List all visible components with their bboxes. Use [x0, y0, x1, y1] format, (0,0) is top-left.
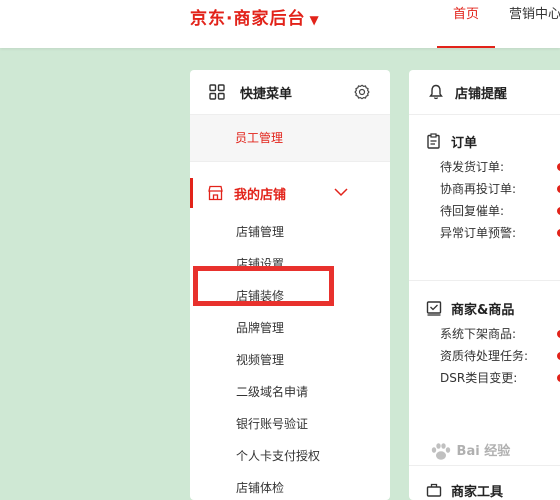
- alerts-title: 店铺提醒: [455, 87, 508, 102]
- store-icon: [208, 185, 223, 201]
- goods-section-title: 商家&商品: [451, 303, 515, 318]
- brand-name: 京东·商家后台: [190, 9, 306, 29]
- submenu-bank-verify[interactable]: 银行账号验证: [190, 408, 390, 440]
- brand-logo[interactable]: 京东·商家后台 ▼: [190, 4, 320, 29]
- store-menu-group[interactable]: 我的店铺: [190, 174, 390, 214]
- baidu-jingyan-watermark: Bai 经验: [430, 440, 558, 470]
- submenu-card-payment-auth[interactable]: 个人卡支付授权: [190, 440, 390, 472]
- quick-menu-title: 快捷菜单: [240, 87, 293, 102]
- goods-row-dsr-change[interactable]: DSR类目变更:: [440, 369, 517, 386]
- submenu-store-management[interactable]: 店铺管理: [190, 216, 390, 248]
- submenu-video-management[interactable]: 视频管理: [190, 344, 390, 376]
- tools-section-title: 商家工具: [451, 485, 504, 500]
- bell-icon: [429, 84, 443, 100]
- active-tab-indicator: [437, 46, 495, 48]
- quick-menu-header: 快捷菜单: [190, 70, 390, 115]
- nav-tab-marketing[interactable]: 营销中心: [509, 0, 560, 30]
- submenu-subdomain-apply[interactable]: 二级域名申请: [190, 376, 390, 408]
- order-row-negotiated[interactable]: 协商再投订单:: [440, 180, 516, 197]
- order-row-abnormal-warning[interactable]: 异常订单预警:: [440, 224, 516, 241]
- alerts-header: 店铺提醒: [409, 70, 560, 115]
- order-clipboard-icon: [427, 133, 440, 149]
- store-submenu: 店铺管理 店铺设置 店铺装修 品牌管理 视频管理 二级域名申请 银行账号验证 个…: [190, 216, 390, 500]
- store-menu-label: 我的店铺: [234, 188, 287, 203]
- submenu-store-checkup[interactable]: 店铺体检: [190, 472, 390, 500]
- top-bar: 京东·商家后台 ▼ 首页 营销中心: [0, 0, 560, 48]
- section-divider: [409, 280, 560, 281]
- gear-icon[interactable]: [353, 83, 371, 101]
- active-group-indicator: [190, 178, 193, 208]
- nav-tab-home-label: 首页: [452, 7, 479, 22]
- highlight-annotation-box: [193, 266, 334, 306]
- submenu-brand-management[interactable]: 品牌管理: [190, 312, 390, 344]
- paw-icon: [431, 442, 451, 460]
- orders-section-title: 订单: [451, 136, 478, 151]
- goods-row-system-delisted[interactable]: 系统下架商品:: [440, 325, 516, 342]
- grid-icon: [209, 84, 225, 100]
- order-row-pending-shipment[interactable]: 待发货订单:: [440, 158, 504, 175]
- nav-tab-home[interactable]: 首页: [437, 0, 495, 48]
- brand-caret-icon[interactable]: ▼: [309, 13, 319, 27]
- store-alerts-panel: 店铺提醒 订单 待发货订单: 协商再投订单: 待回复催单: 异常订单预警: 商家…: [409, 70, 560, 500]
- goods-row-qualification-tasks[interactable]: 资质待处理任务:: [440, 347, 528, 364]
- toolbox-icon: [426, 483, 442, 497]
- order-row-reminder-reply[interactable]: 待回复催单:: [440, 202, 504, 219]
- watermark-text: Bai 经验: [456, 444, 511, 459]
- chevron-down-icon[interactable]: [334, 187, 348, 197]
- goods-box-icon: [426, 301, 442, 316]
- quick-menu-item-staff[interactable]: 员工管理: [190, 115, 390, 162]
